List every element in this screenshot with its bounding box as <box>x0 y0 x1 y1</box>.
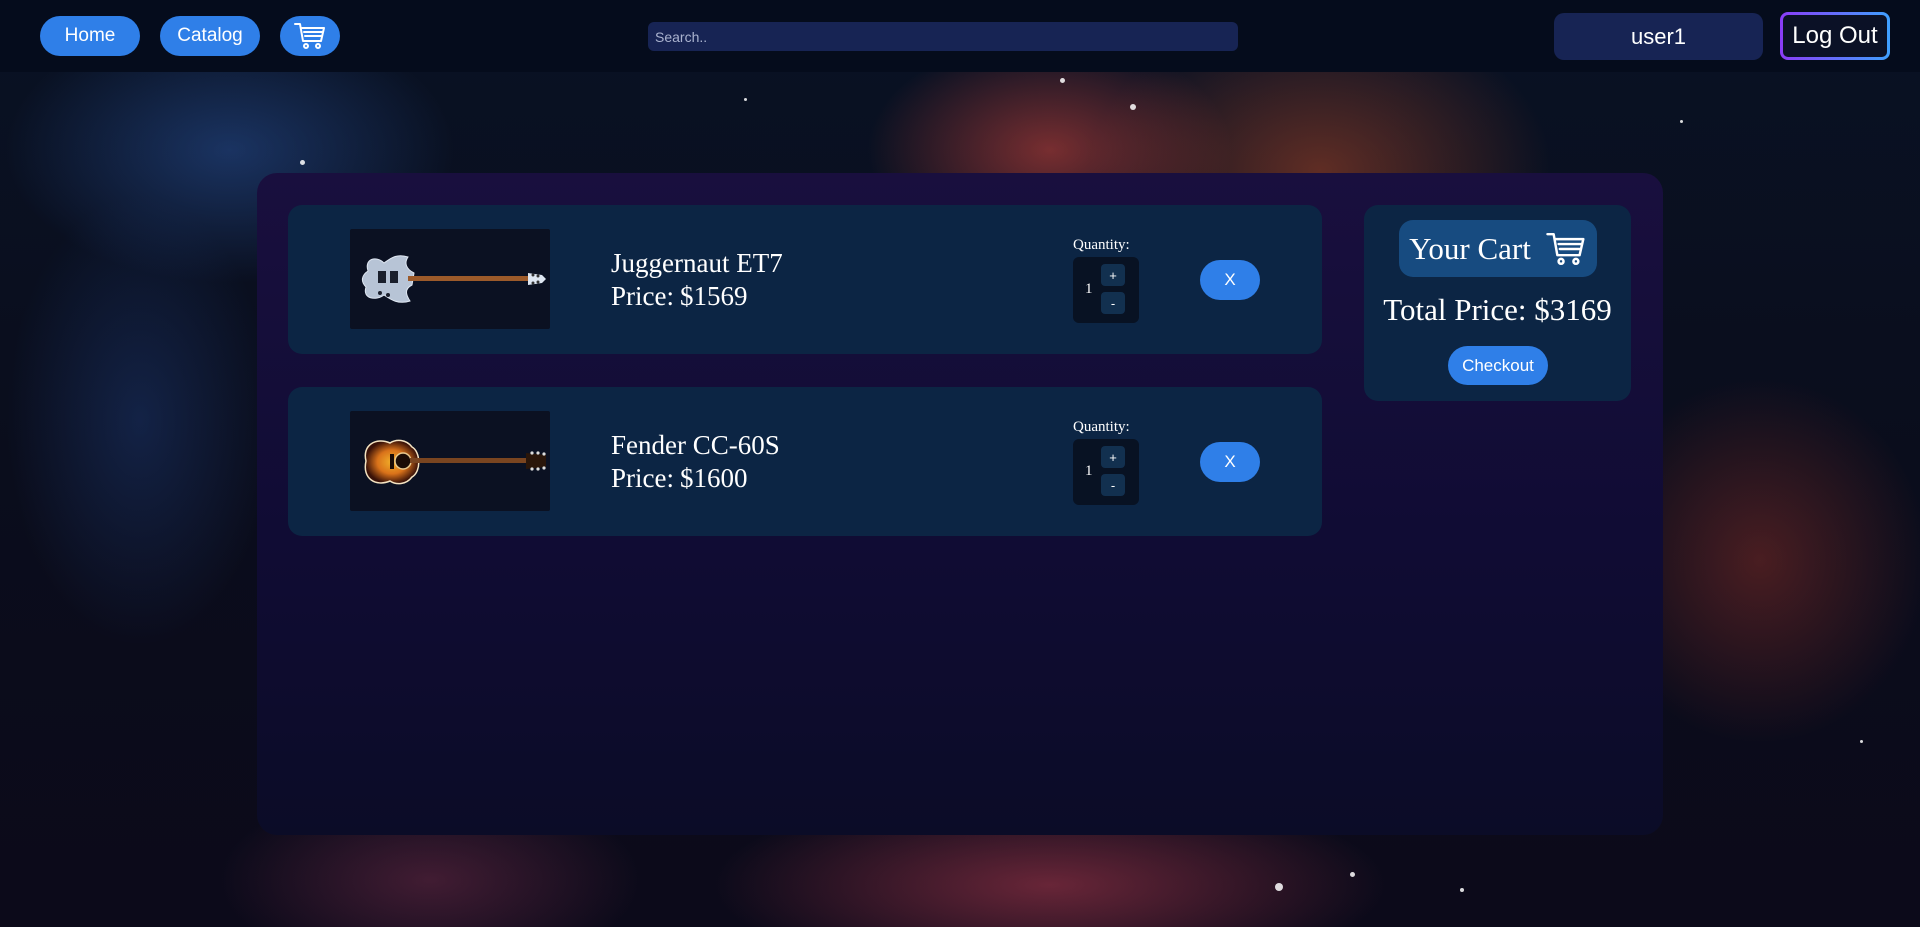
decrement-button[interactable]: - <box>1101 292 1125 314</box>
product-name: Fender CC-60S <box>611 430 780 460</box>
cart-icon <box>1546 232 1585 265</box>
star <box>1460 888 1464 892</box>
cart-summary: Your Cart Total Price: $3169 Checkout <box>1364 205 1631 401</box>
username-display: user1 <box>1554 13 1763 60</box>
logout-button[interactable]: Log Out <box>1780 12 1890 60</box>
total-label: Total Price: <box>1383 292 1527 327</box>
cart-title: Your Cart <box>1409 230 1531 266</box>
price-label: Price: <box>611 281 674 311</box>
product-price: Price: $1569 <box>611 281 747 312</box>
quantity-value: 1 <box>1085 463 1093 479</box>
decrement-button[interactable]: - <box>1101 474 1125 496</box>
star <box>1130 104 1136 110</box>
checkout-button[interactable]: Checkout <box>1448 346 1548 385</box>
increment-button[interactable]: + <box>1101 264 1125 286</box>
total-price: Total Price: $3169 <box>1364 292 1631 328</box>
cart-button[interactable] <box>280 16 340 56</box>
search-input[interactable] <box>648 22 1238 51</box>
star <box>1060 78 1065 83</box>
acoustic-guitar-image <box>350 411 550 511</box>
star <box>1680 120 1683 123</box>
cart-icon <box>294 23 325 49</box>
remove-item-button[interactable]: X <box>1200 442 1260 482</box>
star <box>1860 740 1863 743</box>
total-value: $3169 <box>1534 292 1612 327</box>
cart-summary-header: Your Cart <box>1399 220 1597 277</box>
quantity-stepper: 1 + - <box>1073 257 1139 323</box>
cart-item: Fender CC-60S Price: $1600 Quantity: 1 + … <box>288 387 1322 536</box>
star <box>1350 872 1355 877</box>
star <box>300 160 305 165</box>
quantity-label: Quantity: <box>1073 237 1130 253</box>
quantity-label: Quantity: <box>1073 419 1130 435</box>
price-value: $1600 <box>679 463 748 493</box>
remove-item-button[interactable]: X <box>1200 260 1260 300</box>
price-value: $1569 <box>679 281 748 311</box>
catalog-button[interactable]: Catalog <box>160 16 260 56</box>
quantity-stepper: 1 + - <box>1073 439 1139 505</box>
product-price: Price: $1600 <box>611 463 747 494</box>
price-label: Price: <box>611 463 674 493</box>
home-button[interactable]: Home <box>40 16 140 56</box>
quantity-value: 1 <box>1085 281 1093 297</box>
increment-button[interactable]: + <box>1101 446 1125 468</box>
top-navbar: Home Catalog user1 Log Out <box>0 0 1920 72</box>
cart-panel: Juggernaut ET7 Price: $1569 Quantity: 1 +… <box>257 173 1663 835</box>
product-name: Juggernaut ET7 <box>611 248 783 278</box>
star <box>744 98 747 101</box>
electric-guitar-image <box>350 229 550 329</box>
cart-item: Juggernaut ET7 Price: $1569 Quantity: 1 +… <box>288 205 1322 354</box>
star <box>1275 883 1283 891</box>
